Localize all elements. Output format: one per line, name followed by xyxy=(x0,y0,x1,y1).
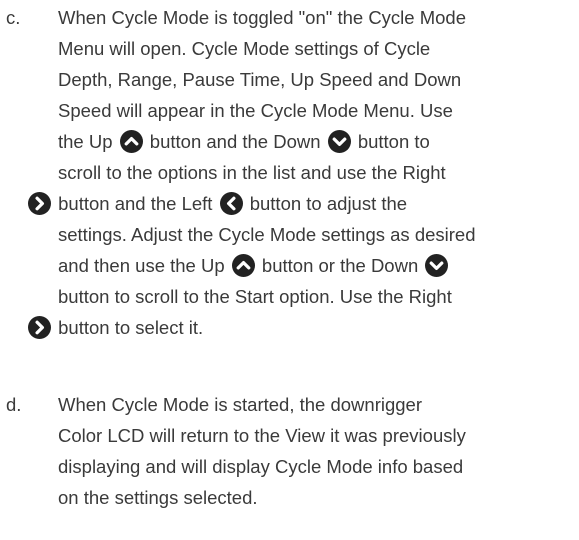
item-marker: d. xyxy=(6,394,22,415)
left-chevron-icon xyxy=(219,192,243,215)
text-segment: button or the Down xyxy=(261,255,419,276)
text-line: button to scroll to the Start option. Us… xyxy=(58,286,452,307)
down-chevron-icon xyxy=(327,130,351,153)
text-line: When Cycle Mode is toggled "on" the Cycl… xyxy=(58,7,467,28)
text-line: When Cycle Mode is started, the downrigg… xyxy=(58,394,423,415)
text-line: settings. Adjust the Cycle Mode settings… xyxy=(58,224,476,245)
text-segment: button to select it. xyxy=(58,317,204,338)
item-marker: c. xyxy=(6,7,21,28)
right-chevron-icon xyxy=(28,192,51,215)
up-chevron-icon xyxy=(231,254,255,277)
text-line: the Up button and the Down button to xyxy=(58,126,579,157)
text-segment: button and the Down xyxy=(149,131,321,152)
list-item-d: d. When Cycle Mode is started, the downr… xyxy=(6,389,579,513)
text-line: displaying and will display Cycle Mode i… xyxy=(58,456,464,477)
list-item-c: c. When Cycle Mode is toggled "on" the C… xyxy=(6,2,579,343)
item-text: When Cycle Mode is started, the downrigg… xyxy=(58,389,579,513)
up-chevron-icon xyxy=(119,130,143,153)
right-chevron-icon xyxy=(28,316,51,339)
item-text: When Cycle Mode is toggled "on" the Cycl… xyxy=(28,2,579,343)
text-line: on the settings selected. xyxy=(58,487,258,508)
manual-page: c. When Cycle Mode is toggled "on" the C… xyxy=(0,0,579,540)
text-segment: and then use the Up xyxy=(58,255,225,276)
text-segment: button to xyxy=(357,131,430,152)
text-line: Color LCD will return to the View it was… xyxy=(58,425,466,446)
text-line: scroll to the options in the list and us… xyxy=(58,162,446,183)
down-chevron-icon xyxy=(425,254,449,277)
text-segment: the Up xyxy=(58,131,113,152)
text-line: button and the Left button to adjust the xyxy=(26,188,579,219)
text-line: Depth, Range, Pause Time, Up Speed and D… xyxy=(58,69,462,90)
text-segment: button and the Left xyxy=(58,193,213,214)
text-line: button to select it. xyxy=(26,312,579,343)
text-line: Speed will appear in the Cycle Mode Menu… xyxy=(58,100,453,121)
text-segment: button to adjust the xyxy=(249,193,408,214)
text-line: and then use the Up button or the Down xyxy=(58,250,579,281)
text-line: Menu will open. Cycle Mode settings of C… xyxy=(58,38,431,59)
